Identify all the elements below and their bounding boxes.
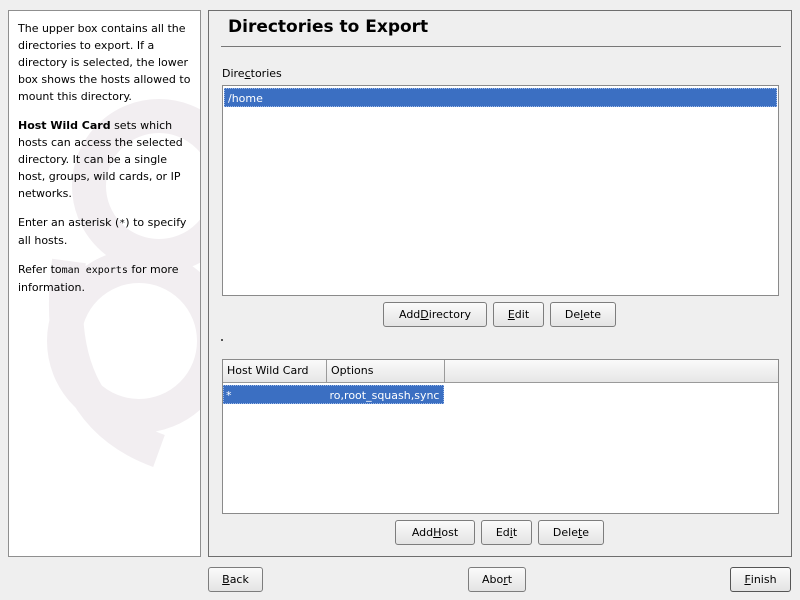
button-label: t [512,526,518,539]
button-mnemonic: E [507,308,515,321]
hosts-table[interactable]: Host Wild Card Options * ro,root_squash,… [222,359,779,514]
help-paragraph-3: Enter an asterisk (*) to specify all hos… [18,214,196,249]
add-host-button[interactable]: Add Host [395,520,475,545]
button-label: e [582,526,590,539]
button-label: dit [514,308,530,321]
button-mnemonic: H [433,526,442,539]
button-mnemonic: D [420,308,429,321]
button-label: Add [398,308,421,321]
hosts-label-marker [221,339,223,341]
delete-host-button[interactable]: Dele t e [538,520,604,545]
add-directory-button[interactable]: Add Directory [383,302,487,327]
button-mnemonic: B [222,573,230,586]
button-label: Ed [495,526,510,539]
cell-options: ro,root_squash,sync [329,389,440,402]
directories-label: Directories [222,67,282,80]
hosts-table-header: Host Wild Card Options [223,360,778,383]
help-paragraph-4-pre: Refer to [18,263,62,276]
button-label: irectory [428,308,471,321]
button-label: ack [229,573,249,586]
directory-item-home[interactable]: /home [224,88,777,107]
cell-host-wild-card: * [226,389,232,402]
label-part: tories [250,67,282,80]
abort-button[interactable]: Abo r t [468,567,526,592]
help-paragraph-2: Host Wild Card sets which hosts can acce… [18,117,196,202]
column-header-host-wild-card[interactable]: Host Wild Card [223,360,327,382]
help-panel: The upper box contains all the directori… [8,10,201,557]
table-row-selected[interactable]: * ro,root_squash,sync [223,385,444,404]
help-paragraph-4: Refer toman exports for more information… [18,261,196,296]
column-header-options[interactable]: Options [327,360,445,382]
button-label: ost [441,526,459,539]
page-title: Directories to Export [228,17,429,37]
help-text: The upper box contains all the directori… [18,20,196,308]
edit-host-button[interactable]: Ed i t [481,520,532,545]
label-part: Dire [222,67,245,80]
help-term-host-wild-card: Host Wild Card [18,119,111,132]
help-man-exports-code: man exports [61,265,128,276]
main-panel: Directories to Export Directories /home … [208,10,792,557]
title-divider [221,46,781,47]
button-label: Dele [552,526,578,539]
button-label: Abo [481,573,504,586]
button-label: Add [411,526,434,539]
delete-directory-button[interactable]: De l ete [550,302,616,327]
button-label: ete [583,308,602,321]
finish-button[interactable]: Finish [730,567,791,592]
help-paragraph-3-pre: Enter an asterisk ( [18,216,120,229]
table-row[interactable]: * ro,root_squash,sync [223,385,778,404]
button-label: t [507,573,513,586]
button-label: De [564,308,581,321]
back-button[interactable]: Back [208,567,263,592]
directories-list[interactable]: /home [222,85,779,296]
button-label: inish [750,573,777,586]
edit-directory-button[interactable]: Edit [493,302,544,327]
help-paragraph-1: The upper box contains all the directori… [18,22,191,103]
